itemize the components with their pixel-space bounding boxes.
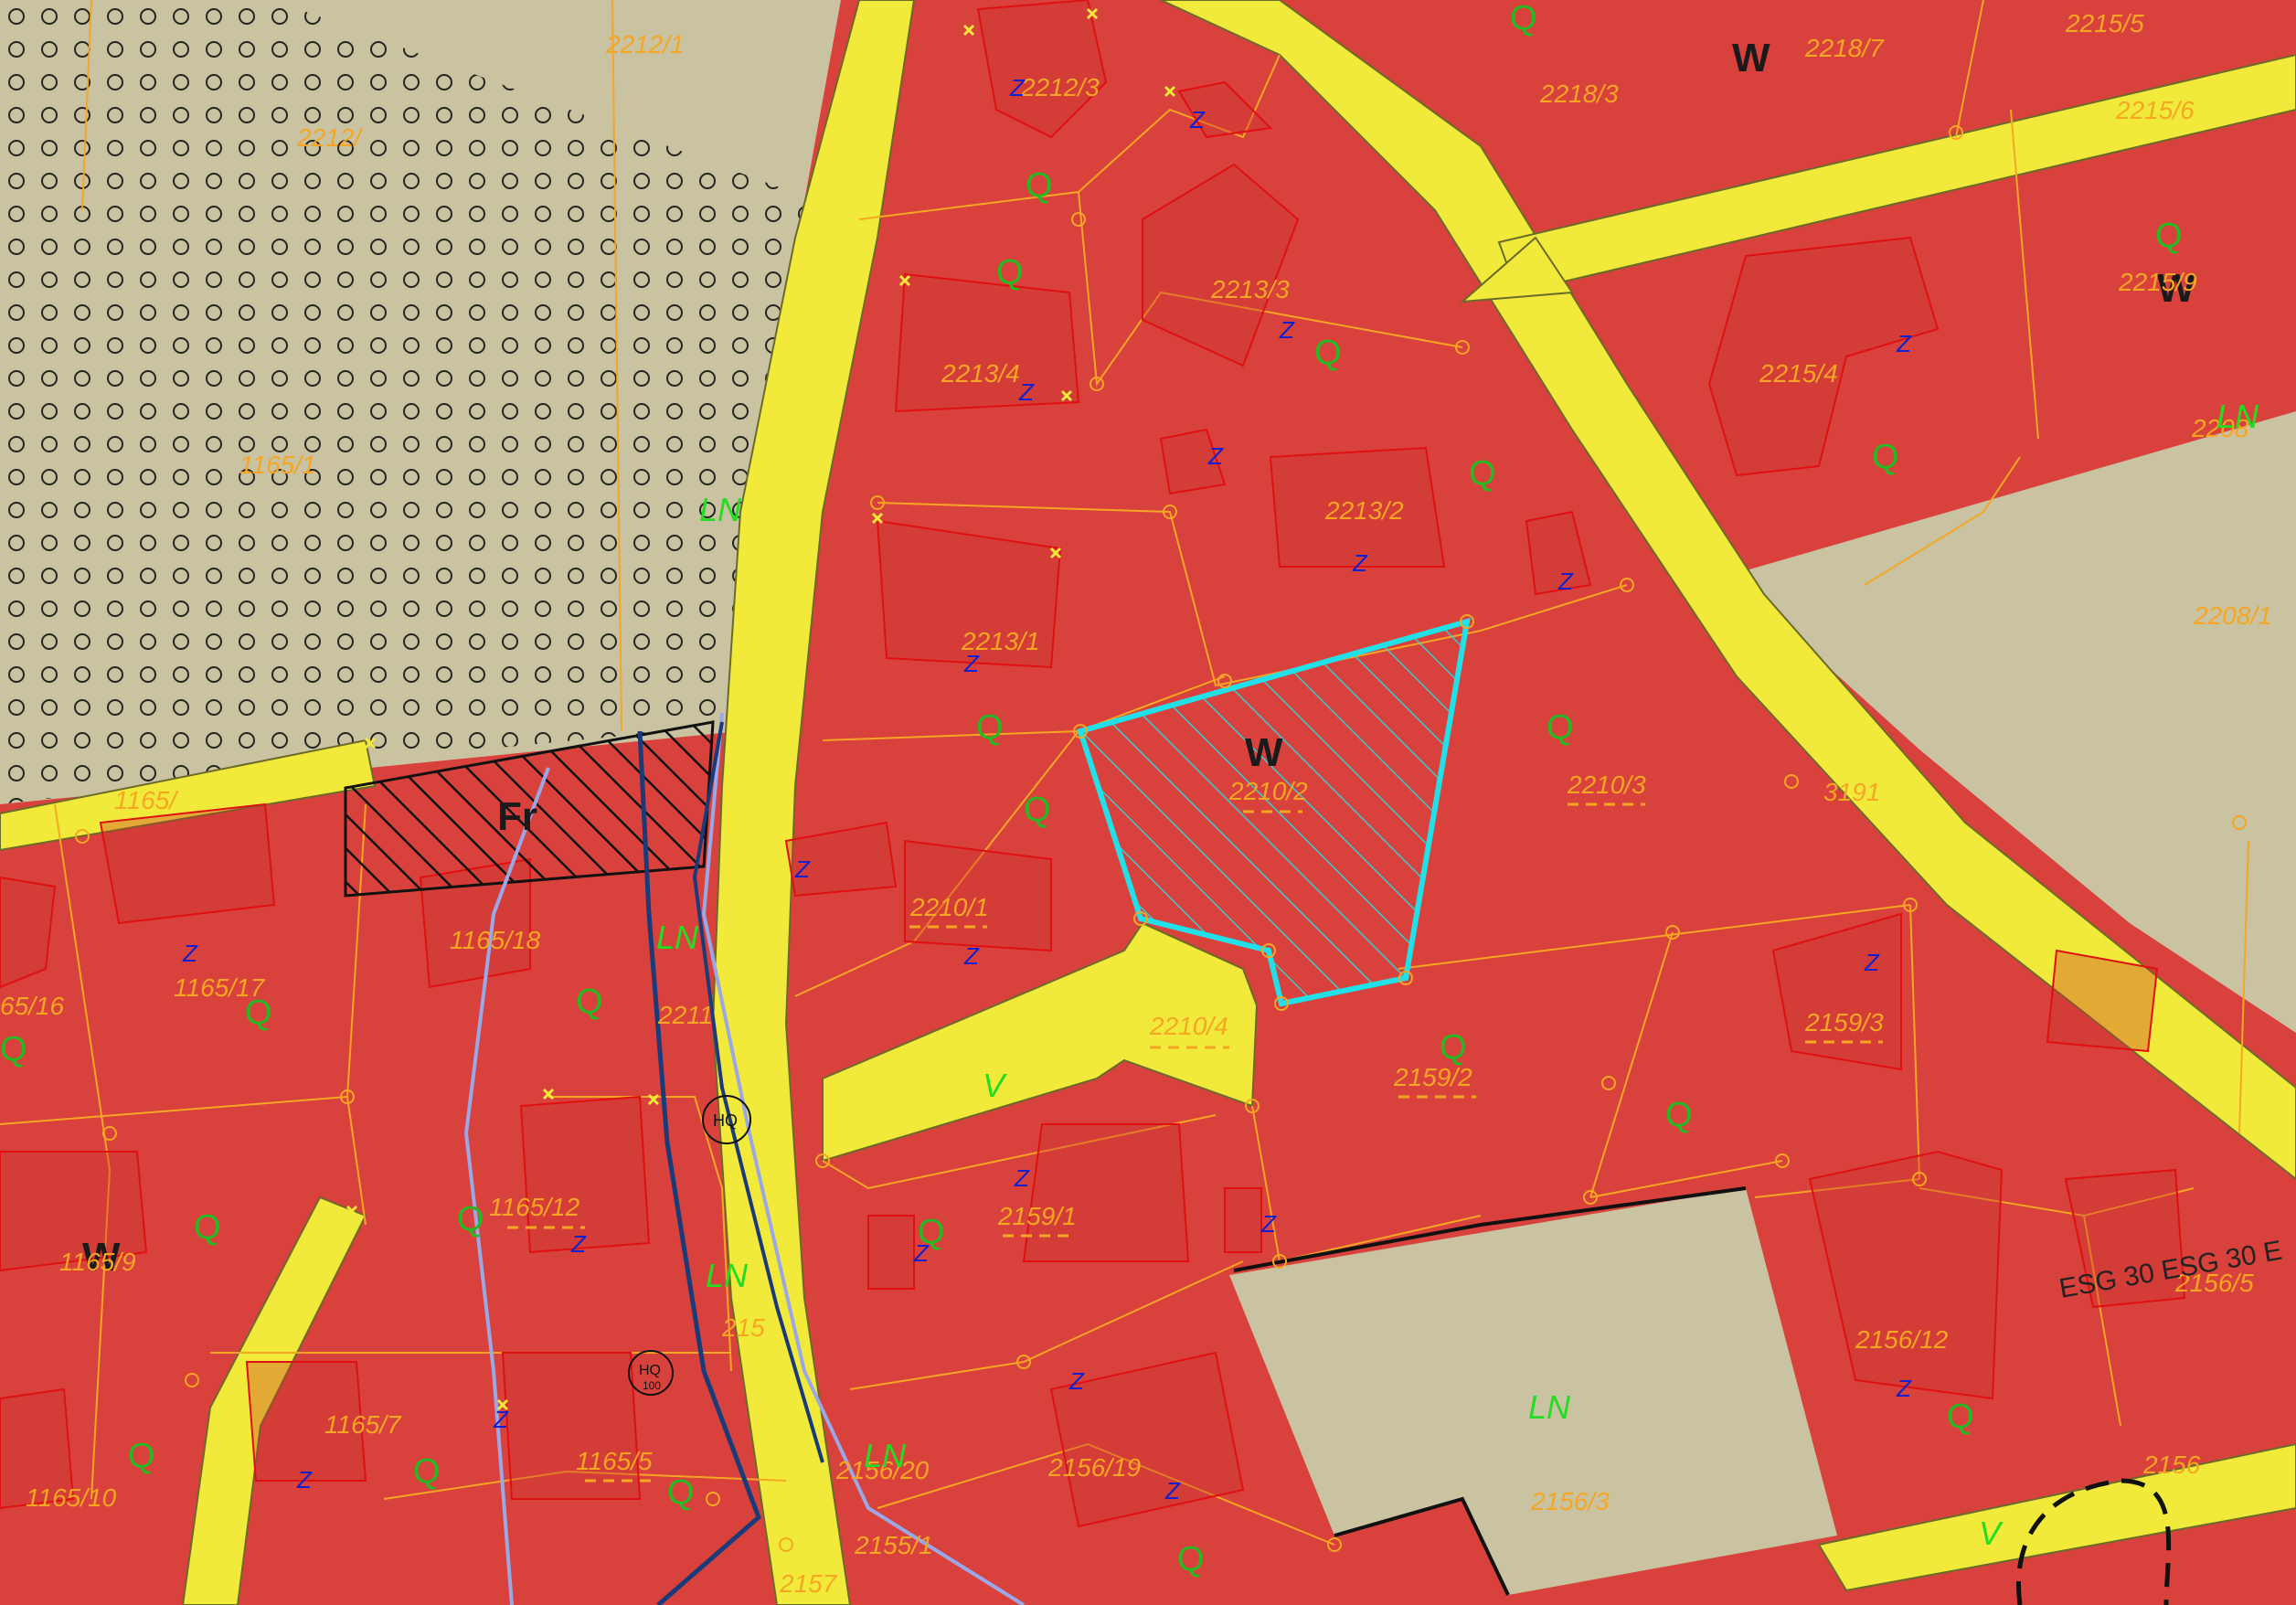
q-marker: Q — [1177, 1540, 1205, 1578]
q-marker: Q — [667, 1473, 695, 1512]
hq100-marker: HQ — [639, 1363, 661, 1378]
parcel-label: 2213/2 — [1324, 496, 1404, 525]
z-marker: Z — [1896, 330, 1912, 357]
q-marker: Q — [194, 1208, 221, 1247]
z-marker: Z — [1557, 568, 1574, 595]
q-marker: Q — [1665, 1096, 1693, 1134]
z-marker: Z — [794, 856, 811, 883]
q-marker: Q — [1872, 438, 1899, 476]
z-marker: Z — [1896, 1375, 1912, 1402]
parcel-label: 2155/1 — [854, 1531, 933, 1559]
ln-label: LN — [699, 491, 742, 528]
ln-label: LN — [1528, 1388, 1571, 1426]
hq-marker: HQ — [713, 1111, 738, 1130]
z-marker: Z — [963, 650, 980, 677]
parcel-label: 2215/5 — [2065, 9, 2144, 37]
z-marker: Z — [1164, 1477, 1181, 1504]
q-marker: Q — [1314, 334, 1342, 372]
z-marker: Z — [1207, 442, 1224, 470]
parcel-label: 2213/3 — [1210, 275, 1290, 303]
z-marker: Z — [1068, 1367, 1085, 1395]
parcel-label: 1165/1 — [239, 451, 316, 479]
parcel-label: 2213/4 — [941, 359, 1020, 388]
z-marker: Z — [1352, 549, 1368, 577]
q-marker: Q — [1510, 0, 1537, 37]
parcel-label: 2215/4 — [1759, 359, 1838, 388]
z-marker: Z — [1018, 378, 1035, 406]
q-marker: Q — [1440, 1028, 1467, 1067]
parcel-label: 2159/3 — [1804, 1008, 1884, 1036]
q-marker: Q — [1947, 1398, 1974, 1436]
parcel-label: 2210/4 — [1149, 1012, 1228, 1040]
z-marker: Z — [1009, 74, 1026, 101]
parcel-label: 2215/9 — [2118, 268, 2197, 296]
parcel-label: 2212/ — [296, 123, 364, 152]
parcel-label: 2211 — [657, 1001, 713, 1029]
map-canvas: W W W W Fr 2212/1 2212/ 2212/3 2218/7 22… — [0, 0, 2296, 1605]
parcel-label: 2212/3 — [1020, 73, 1100, 101]
parcel-label: 1165/5 — [576, 1447, 653, 1475]
zoning-map[interactable]: W W W W Fr 2212/1 2212/ 2212/3 2218/7 22… — [0, 0, 2296, 1605]
q-marker: Q — [1469, 454, 1496, 493]
z-marker: Z — [182, 940, 198, 967]
ln-label: LN — [656, 919, 699, 956]
parcel-label: 1165/ — [114, 786, 179, 814]
q-marker: Q — [996, 253, 1024, 292]
parcel-label: 1165/18 — [450, 926, 541, 954]
parcel-label: 2218/7 — [1804, 34, 1885, 62]
q-marker: Q — [245, 994, 272, 1032]
ln-label: LN — [706, 1257, 749, 1294]
z-marker: Z — [963, 942, 980, 970]
q-marker: Q — [2155, 217, 2183, 255]
q-marker: Q — [128, 1437, 155, 1475]
parcel-label: 1165/7 — [324, 1410, 402, 1439]
parcel-label: 2159/1 — [997, 1202, 1077, 1230]
z-marker: Z — [1864, 949, 1880, 976]
q-marker: Q — [1547, 708, 1574, 747]
v-label: V — [983, 1067, 1007, 1104]
q-marker: Q — [457, 1200, 484, 1238]
parcel-label: 2159/2 — [1393, 1063, 1472, 1091]
zone-w-top: W — [1732, 36, 1770, 80]
parcel-label: 2157 — [779, 1569, 838, 1598]
parcel-label: 2210/3 — [1567, 771, 1646, 799]
parcel-label: 1165/10 — [26, 1483, 117, 1512]
z-marker: Z — [296, 1466, 313, 1493]
parcel-label: 2218/3 — [1539, 80, 1619, 108]
q-marker: Q — [976, 708, 1004, 747]
q-marker: Q — [576, 983, 603, 1021]
z-marker: Z — [1014, 1164, 1030, 1192]
parcel-label: 2156/12 — [1855, 1325, 1949, 1354]
v-label: V — [1979, 1515, 2004, 1552]
parcel-label: 1165/12 — [489, 1193, 580, 1221]
parcel-label: 3191 — [1823, 778, 1880, 806]
q-marker: Q — [1024, 791, 1051, 829]
ln-label: LN — [2216, 398, 2259, 435]
z-marker: Z — [570, 1230, 587, 1258]
z-marker: Z — [1260, 1210, 1277, 1238]
parcel-label: 215 — [721, 1313, 765, 1342]
zone-w-center: W — [1245, 730, 1283, 775]
parcel-label: 1165/9 — [59, 1248, 136, 1276]
z-marker: Z — [1279, 316, 1295, 344]
parcel-label: 2210/1 — [909, 893, 989, 921]
parcel-label: 2215/6 — [2115, 96, 2195, 124]
hq100-marker-sub: 100 — [643, 1379, 661, 1392]
z-marker: Z — [913, 1239, 930, 1267]
q-marker: Q — [1026, 166, 1053, 205]
parcel-label: 2156 — [2142, 1451, 2201, 1479]
zone-fr: Fr — [497, 794, 537, 839]
ln-label: LN — [864, 1437, 907, 1474]
q-marker: Q — [0, 1030, 27, 1068]
parcel-label: 2156/19 — [1047, 1453, 1141, 1482]
parcel-label: 2210/2 — [1228, 777, 1308, 805]
q-marker: Q — [413, 1452, 441, 1491]
parcel-label: 65/16 — [0, 992, 64, 1020]
z-marker: Z — [1189, 106, 1206, 133]
parcel-label: 2212/1 — [605, 30, 685, 58]
parcel-label: 2208/1 — [2193, 601, 2272, 630]
parcel-label: 2156/3 — [1530, 1487, 1610, 1515]
